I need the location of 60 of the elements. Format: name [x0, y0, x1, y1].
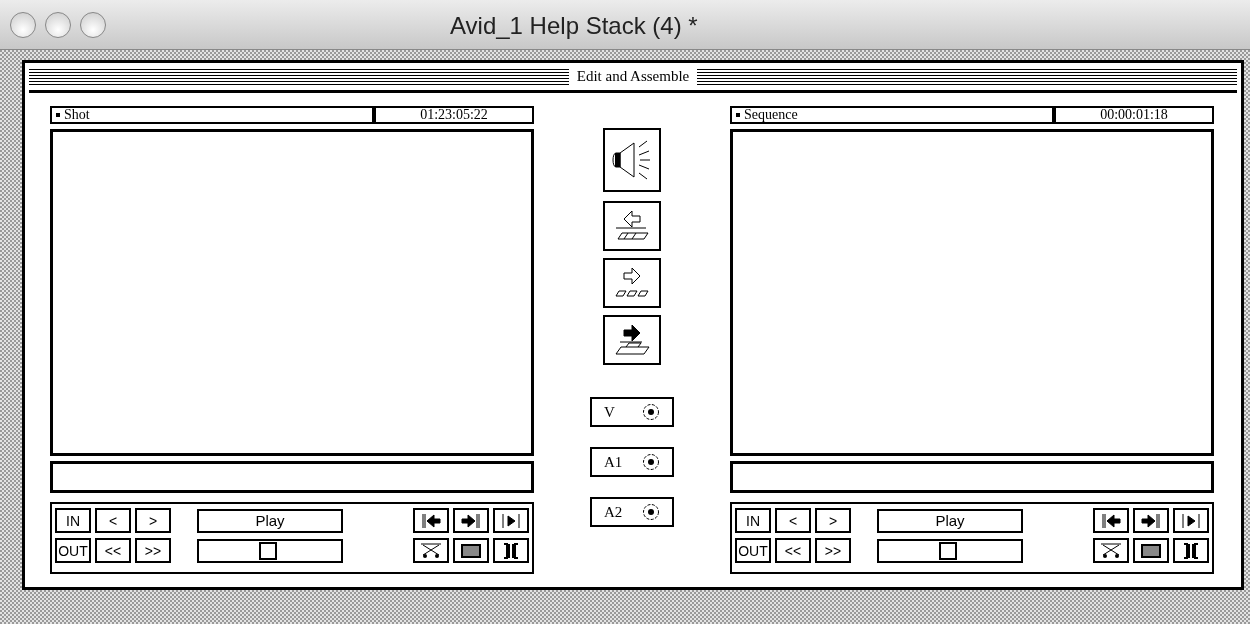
- clip-name-field: Shot: [50, 106, 374, 124]
- transport-button[interactable]: <: [775, 508, 811, 533]
- play-to-end-button[interactable]: [493, 508, 529, 533]
- track-selector[interactable]: V: [590, 397, 674, 427]
- play-button[interactable]: Play: [197, 508, 343, 533]
- transport-button[interactable]: >>: [815, 538, 851, 563]
- timecode-display: 00:00:01:18: [1054, 106, 1214, 124]
- audio-button[interactable]: [603, 128, 661, 192]
- monitor-button[interactable]: [1133, 538, 1169, 563]
- window-control-button[interactable]: [45, 11, 71, 38]
- screen-icon: [460, 542, 482, 559]
- slider-thumb[interactable]: [258, 541, 277, 560]
- shuttle-slider[interactable]: [197, 538, 343, 563]
- shuttle-slider[interactable]: [877, 538, 1023, 563]
- bullet-icon: [736, 113, 740, 117]
- transport-button[interactable]: <: [95, 508, 131, 533]
- transport-button[interactable]: <<: [775, 538, 811, 563]
- arrow-right-onto-track-icon: [612, 266, 652, 300]
- transport-button[interactable]: OUT: [735, 538, 771, 563]
- transport-button[interactable]: <<: [95, 538, 131, 563]
- track-selector[interactable]: A2: [590, 497, 674, 527]
- window-control-button[interactable]: [10, 11, 36, 38]
- clip-name-field: Sequence: [730, 106, 1054, 124]
- bullet-icon: [56, 113, 60, 117]
- mark-in-button[interactable]: [1093, 508, 1129, 533]
- transport-button[interactable]: >: [135, 508, 171, 533]
- right-arrow-icon: [460, 512, 482, 529]
- slider-thumb[interactable]: [938, 541, 957, 560]
- monitor-button[interactable]: [453, 538, 489, 563]
- extract-button[interactable]: [603, 201, 661, 251]
- transport-button[interactable]: OUT: [55, 538, 91, 563]
- left-arrow-icon: [1100, 512, 1122, 529]
- splice-button[interactable]: [1093, 538, 1129, 563]
- left-arrow-icon: [420, 512, 442, 529]
- transport-button[interactable]: IN: [735, 508, 771, 533]
- screen-icon: [1140, 542, 1162, 559]
- play-icon: [1180, 512, 1202, 529]
- window-control-button[interactable]: [80, 11, 106, 38]
- transport-button[interactable]: IN: [55, 508, 91, 533]
- trim-button[interactable]: [493, 538, 529, 563]
- right-arrow-icon: [1140, 512, 1162, 529]
- transport-button[interactable]: >>: [135, 538, 171, 563]
- splice-in-button[interactable]: [603, 258, 661, 308]
- mark-out-button[interactable]: [1133, 508, 1169, 533]
- overwrite-button[interactable]: [603, 315, 661, 365]
- transport-button[interactable]: >: [815, 508, 851, 533]
- scissors-icon: [1100, 542, 1122, 559]
- scissors-icon: [420, 542, 442, 559]
- play-to-end-button[interactable]: [1173, 508, 1209, 533]
- timecode-display: 01:23:05:22: [374, 106, 534, 124]
- splice-button[interactable]: [413, 538, 449, 563]
- play-button[interactable]: Play: [877, 508, 1023, 533]
- window-title: Avid_1 Help Stack (4) *: [450, 11, 698, 41]
- mark-out-button[interactable]: [453, 508, 489, 533]
- arrow-onto-layers-icon: [612, 323, 652, 357]
- mark-in-button[interactable]: [413, 508, 449, 533]
- trim-button[interactable]: [1173, 538, 1209, 563]
- track-selector[interactable]: A1: [590, 447, 674, 477]
- panel-title: Edit and Assemble: [575, 67, 691, 87]
- play-icon: [500, 512, 522, 529]
